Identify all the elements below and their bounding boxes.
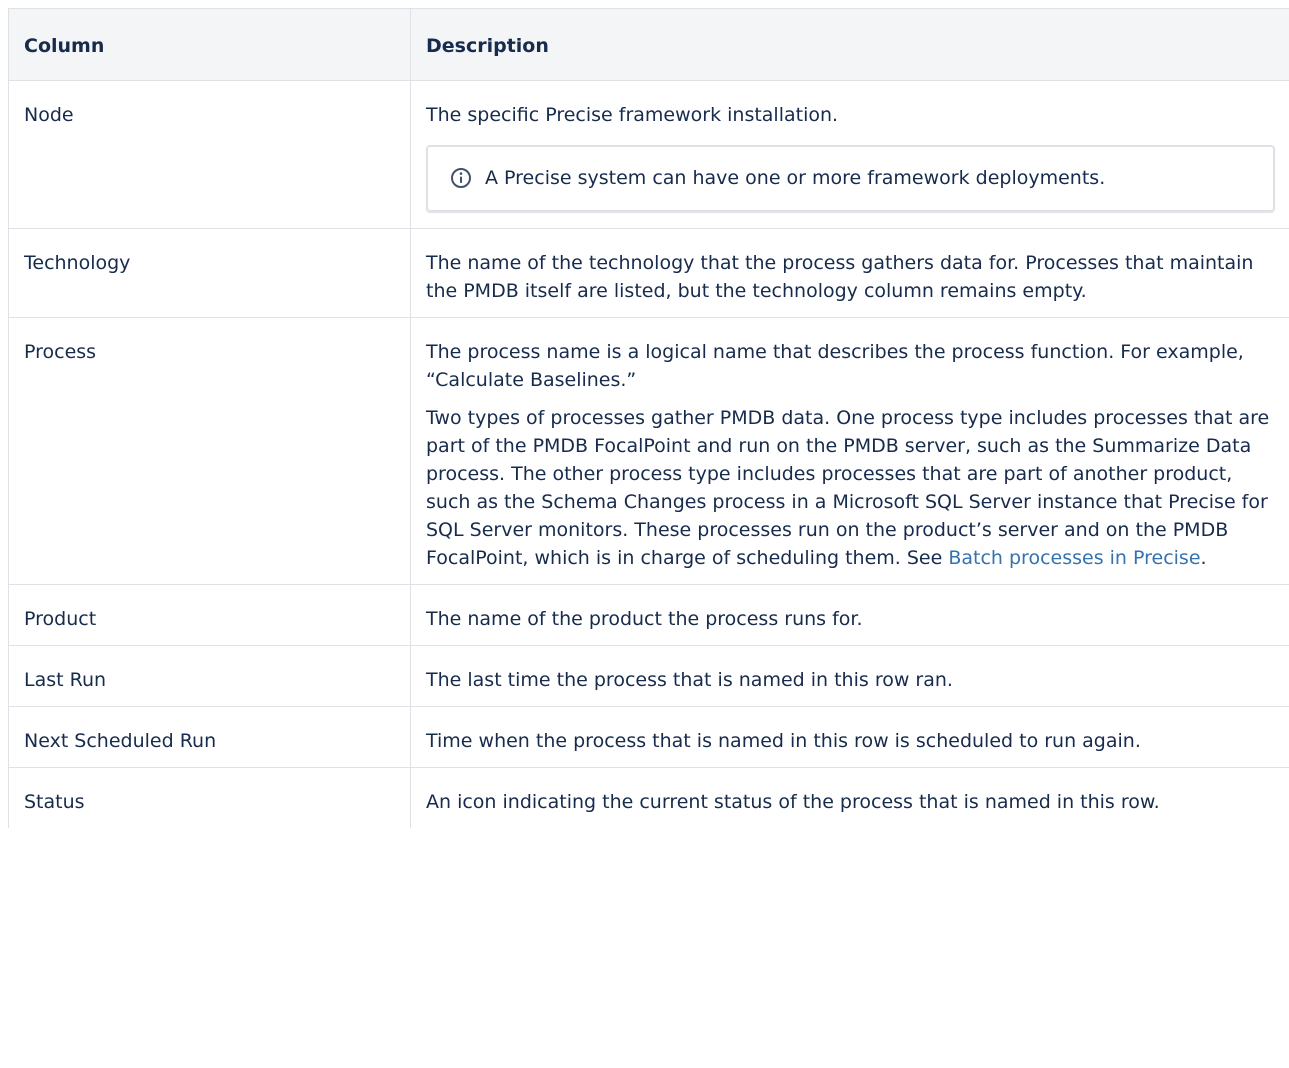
table-row-process: Process The process name is a logical na… bbox=[8, 317, 1289, 585]
row-name: Node bbox=[8, 80, 411, 229]
header-column: Column bbox=[8, 8, 411, 81]
description-paragraph-2-text: Two types of processes gather PMDB data.… bbox=[426, 407, 1270, 569]
header-description: Description bbox=[410, 8, 1289, 81]
row-name: Next Scheduled Run bbox=[8, 706, 411, 768]
row-description: The specific Precise framework installat… bbox=[410, 80, 1289, 229]
table-row-last-run: Last Run The last time the process that … bbox=[8, 645, 1289, 707]
info-panel: A Precise system can have one or more fr… bbox=[426, 145, 1275, 212]
batch-processes-link[interactable]: Batch processes in Precise bbox=[948, 547, 1200, 569]
row-name: Status bbox=[8, 767, 411, 828]
info-note-text: A Precise system can have one or more fr… bbox=[485, 167, 1106, 189]
description-text: The specific Precise framework installat… bbox=[426, 104, 839, 126]
description-paragraph-2-end: . bbox=[1200, 547, 1207, 569]
table-row-status: Status An icon indicating the current st… bbox=[8, 767, 1289, 828]
description-paragraph-1: The process name is a logical name that … bbox=[426, 341, 1244, 391]
description-paragraph-2: Two types of processes gather PMDB data.… bbox=[426, 404, 1275, 572]
row-description: The name of the technology that the proc… bbox=[410, 228, 1289, 318]
table-row-technology: Technology The name of the technology th… bbox=[8, 228, 1289, 318]
table-header-row: Column Description bbox=[8, 8, 1289, 81]
row-description: An icon indicating the current status of… bbox=[410, 767, 1289, 828]
row-description: The last time the process that is named … bbox=[410, 645, 1289, 707]
table-row-node: Node The specific Precise framework inst… bbox=[8, 80, 1289, 229]
row-description: The process name is a logical name that … bbox=[410, 317, 1289, 585]
row-name: Last Run bbox=[8, 645, 411, 707]
column-description-table: Column Description Node The specific Pre… bbox=[8, 8, 1289, 828]
info-icon bbox=[451, 168, 471, 188]
row-name: Technology bbox=[8, 228, 411, 318]
table-row-next-scheduled-run: Next Scheduled Run Time when the process… bbox=[8, 706, 1289, 768]
row-description: The name of the product the process runs… bbox=[410, 584, 1289, 646]
row-name: Product bbox=[8, 584, 411, 646]
row-name: Process bbox=[8, 317, 411, 585]
row-description: Time when the process that is named in t… bbox=[410, 706, 1289, 768]
table-row-product: Product The name of the product the proc… bbox=[8, 584, 1289, 646]
